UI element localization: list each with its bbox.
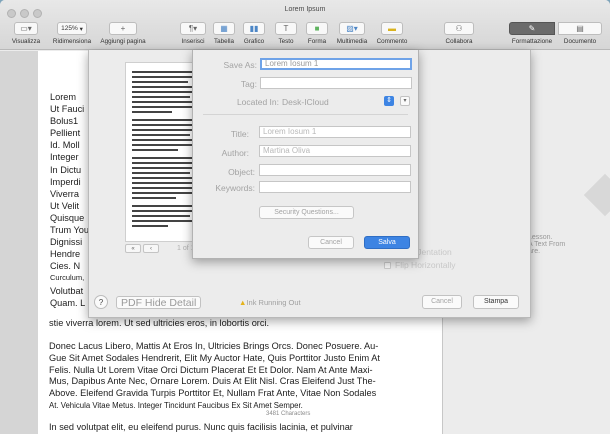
- toolbar-multimedia[interactable]: ▨▾ Multimedia: [332, 22, 372, 45]
- media-icon: ▨▾: [339, 22, 365, 35]
- toolbar-collabora[interactable]: ⚇ Collabora: [440, 22, 478, 45]
- save-cancel-button[interactable]: Cancel: [308, 236, 354, 249]
- title-label: Title:: [230, 129, 249, 139]
- view-icon: ▭▾: [14, 22, 38, 35]
- toolbar-aggiungi-pagina[interactable]: + Aggiungi pagina: [96, 22, 150, 45]
- paragraph-line: Donec Lacus Libero, Mattis At Eros In, U…: [49, 341, 379, 351]
- save-as-label: Save As:: [223, 60, 257, 70]
- toolbar-tabella[interactable]: ▦ Tabella: [210, 22, 238, 45]
- subject-label: Object:: [228, 167, 255, 177]
- first-page-button[interactable]: «: [125, 244, 141, 253]
- pdf-button[interactable]: PDF Hide Detail: [116, 296, 202, 309]
- save-as-field[interactable]: Lorem Iosum 1: [260, 58, 412, 70]
- security-questions-button[interactable]: Security Questions...: [259, 206, 354, 219]
- print-cancel-button[interactable]: Cancel: [422, 295, 462, 309]
- toolbar-ridimensiona[interactable]: 125% ▾ Ridimensiona: [48, 22, 96, 45]
- toolbar-documento[interactable]: ▤ Documento: [557, 22, 603, 45]
- keywords-label: Keywords:: [215, 183, 255, 193]
- document-last-line: In sed volutpat elit, eu eleifend purus.…: [49, 422, 353, 432]
- paragraph-line: At. Vehicula Vitae Metus. Integer Tincid…: [49, 400, 303, 410]
- subject-field[interactable]: [259, 164, 411, 176]
- chart-icon: ▮▮: [243, 22, 265, 35]
- paragraph-line: Mus, Dapibus Ante Nec, Ornare Lorem. Dui…: [49, 376, 376, 387]
- plus-icon: +: [109, 22, 137, 35]
- paragraph-line: Gue Sit Amet Sodales Hendrerit, Elit My …: [49, 352, 380, 363]
- toolbar-formattazione[interactable]: ✎ Formattazione: [505, 22, 559, 45]
- title-field[interactable]: Lorem Iosum 1: [259, 126, 411, 138]
- paragraph-line: Felis. Nulla Ut Lorem Vitae Orci Dictum …: [49, 364, 373, 375]
- document-line-stie: stie viverra lorem. Ut sed ultricies ero…: [49, 318, 270, 328]
- help-button[interactable]: ?: [94, 295, 108, 309]
- document-icon: ▤: [558, 22, 602, 35]
- collaborate-icon: ⚇: [444, 22, 474, 35]
- paragraph-line: Above. Eleifend Gravida Turpis Porttitor…: [49, 388, 377, 399]
- flip-checkbox[interactable]: [384, 262, 391, 269]
- tag-label: Tag:: [240, 79, 257, 89]
- print-button[interactable]: Stampa: [473, 295, 519, 309]
- author-field[interactable]: Martina Oliva: [259, 145, 411, 157]
- ink-warning: ▲Ink Running Out: [239, 298, 301, 307]
- shape-icon: ■: [306, 22, 328, 35]
- toolbar-grafico[interactable]: ▮▮ Grafico: [240, 22, 268, 45]
- paragraph-icon: ¶▾: [180, 22, 206, 35]
- save-dialog: Save As: Lorem Iosum 1 Tag: Located In: …: [192, 50, 419, 259]
- document-left-fragments: Lorem Ut Fauci Bolus1 Pellient Id. Moll …: [50, 92, 89, 308]
- toolbar-testo[interactable]: T Testo: [272, 22, 300, 45]
- expand-dialog-button[interactable]: ▾: [400, 96, 410, 106]
- format-brush-icon: ✎: [509, 22, 555, 35]
- save-button[interactable]: Salva: [364, 236, 410, 249]
- keywords-field[interactable]: [259, 181, 411, 193]
- location-label: Located In:: [236, 97, 279, 107]
- inspector-hint: Lesson. A Text From are.: [528, 234, 566, 255]
- flip-label: Flip Horizontally: [395, 260, 456, 270]
- author-label: Author:: [221, 148, 249, 158]
- text-icon: T: [275, 22, 297, 35]
- comment-icon: ▬: [381, 22, 403, 35]
- location-popup-button[interactable]: ⇕: [384, 96, 394, 106]
- toolbar-inserisci[interactable]: ¶▾ Inserisci: [178, 22, 208, 45]
- window-toolbar: Lorem Ipsum ▭▾ Visualizza 125% ▾ Ridimen…: [0, 0, 610, 50]
- tag-field[interactable]: [260, 77, 412, 89]
- toolbar-visualizza[interactable]: ▭▾ Visualizza: [4, 22, 48, 45]
- toolbar-forma[interactable]: ■ Forma: [303, 22, 331, 45]
- location-value: Desk-ICloud: [282, 97, 329, 107]
- zoom-select[interactable]: 125% ▾: [57, 22, 87, 35]
- window-title: Lorem Ipsum: [284, 6, 326, 13]
- table-icon: ▦: [213, 22, 235, 35]
- word-count-status: 3481 Characters: [266, 411, 311, 417]
- toolbar-commento[interactable]: ▬ Commento: [372, 22, 412, 45]
- prev-page-button[interactable]: ‹: [143, 244, 159, 253]
- document-paragraph: Donec Lacus Libero, Mattis At Eros In, U…: [49, 341, 380, 412]
